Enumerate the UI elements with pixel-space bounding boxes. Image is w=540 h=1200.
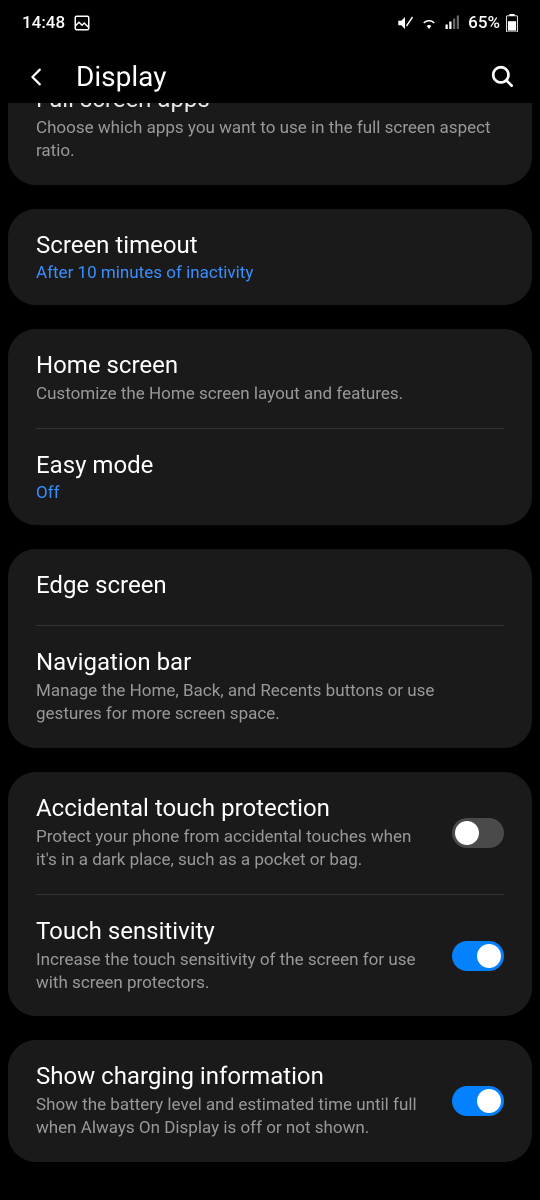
settings-item[interactable]: Touch sensitivity Increase the touch sens…	[8, 895, 532, 1017]
settings-group: Accidental touch protection Protect your …	[8, 772, 532, 1017]
toggle-switch[interactable]	[452, 1086, 504, 1116]
settings-item[interactable]: Accidental touch protection Protect your …	[8, 772, 532, 894]
item-title: Accidental touch protection	[36, 794, 436, 822]
page-title: Display	[76, 60, 464, 93]
item-title: Edge screen	[36, 571, 504, 599]
signal-icon	[444, 14, 462, 32]
item-title: Screen timeout	[36, 231, 504, 259]
status-right: 65%	[396, 13, 518, 33]
toggle-switch[interactable]	[452, 818, 504, 848]
item-value: Off	[36, 483, 504, 503]
wifi-icon	[420, 14, 438, 32]
item-description: Manage the Home, Back, and Recents butto…	[36, 680, 504, 726]
settings-group: Full screen apps Choose which apps you wa…	[8, 103, 532, 185]
item-title: Navigation bar	[36, 648, 504, 676]
settings-item[interactable]: Home screen Customize the Home screen lay…	[8, 329, 532, 428]
toggle-thumb	[455, 821, 479, 845]
settings-item[interactable]: Edge screen	[8, 549, 532, 625]
settings-group: Edge screen Navigation bar Manage the Home…	[8, 549, 532, 748]
item-title: Show charging information	[36, 1062, 436, 1090]
status-bar: 14:48	[0, 0, 540, 42]
toggle-switch[interactable]	[452, 941, 504, 971]
settings-item[interactable]: Show charging information Show the batter…	[8, 1040, 532, 1162]
status-time: 14:48	[22, 13, 65, 33]
item-title: Full screen apps	[36, 103, 504, 113]
settings-item[interactable]: Full screen apps Choose which apps you wa…	[8, 103, 532, 185]
settings-item[interactable]: Navigation bar Manage the Home, Back, and…	[8, 626, 532, 748]
item-title: Easy mode	[36, 451, 504, 479]
battery-icon	[506, 14, 518, 32]
item-title: Home screen	[36, 351, 504, 379]
item-description: Protect your phone from accidental touch…	[36, 826, 436, 872]
settings-item[interactable]: Screen timeout After 10 minutes of inacti…	[8, 209, 532, 305]
settings-group: Home screen Customize the Home screen lay…	[8, 329, 532, 525]
mute-icon	[396, 14, 414, 32]
item-description: Customize the Home screen layout and fea…	[36, 383, 504, 406]
status-left: 14:48	[22, 13, 91, 33]
settings-group: Screen timeout After 10 minutes of inacti…	[8, 209, 532, 305]
battery-percent: 65%	[468, 13, 500, 33]
toggle-thumb	[477, 944, 501, 968]
search-button[interactable]	[488, 62, 518, 92]
settings-item[interactable]: Easy mode Off	[8, 429, 532, 525]
item-description: Show the battery level and estimated tim…	[36, 1094, 436, 1140]
item-description: Increase the touch sensitivity of the sc…	[36, 949, 436, 995]
item-description: Choose which apps you want to use in the…	[36, 117, 504, 163]
item-value: After 10 minutes of inactivity	[36, 263, 504, 283]
gallery-icon	[73, 14, 91, 32]
settings-list[interactable]: Full screen apps Choose which apps you wa…	[0, 103, 540, 1162]
settings-group: Show charging information Show the batter…	[8, 1040, 532, 1162]
toggle-thumb	[477, 1089, 501, 1113]
item-title: Touch sensitivity	[36, 917, 436, 945]
back-button[interactable]	[22, 62, 52, 92]
